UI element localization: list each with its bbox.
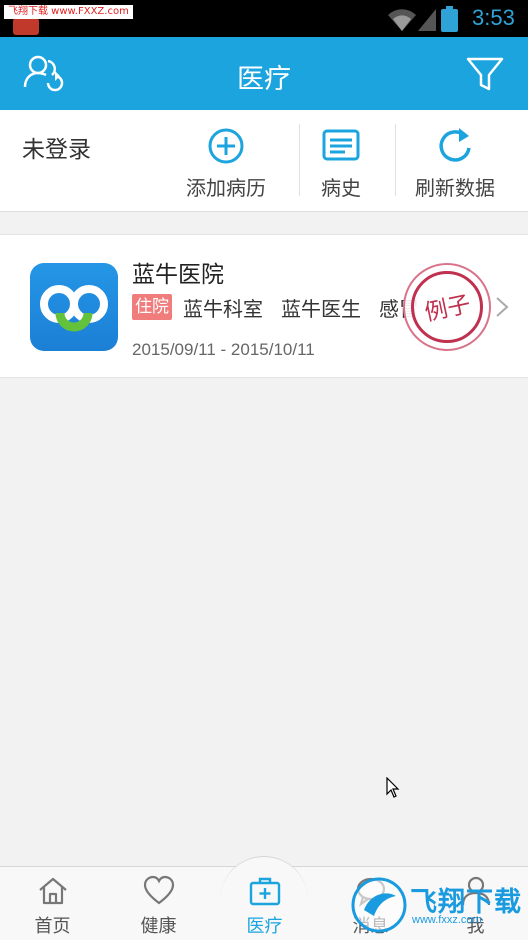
medical-kit-icon bbox=[249, 877, 280, 906]
nav-item-health[interactable]: 健康 bbox=[106, 866, 211, 940]
filter-icon[interactable] bbox=[462, 51, 508, 97]
site-watermark: 飞翔下载 www.fxxz.com bbox=[350, 876, 522, 936]
nav-item-home[interactable]: 首页 bbox=[0, 866, 105, 940]
watermark-badge: 飞翔下载 www.FXXZ.com bbox=[4, 5, 133, 19]
login-status[interactable]: 未登录 bbox=[22, 130, 91, 164]
mouse-cursor-icon bbox=[386, 777, 400, 798]
plus-circle-icon bbox=[208, 128, 244, 164]
refresh-icon bbox=[439, 128, 471, 162]
nav-label: 健康 bbox=[140, 916, 177, 937]
nav-label: 医疗 bbox=[246, 916, 283, 937]
add-record-button[interactable]: 添加病历 bbox=[170, 110, 282, 212]
nav-label: 首页 bbox=[34, 916, 71, 937]
medical-record-card[interactable]: 蓝牛医院 住院 蓝牛科室 蓝牛医生 感冒 2015/09/11 - 2015/1… bbox=[0, 234, 528, 378]
refresh-label: 刷新数据 bbox=[415, 176, 495, 200]
battery-icon bbox=[441, 6, 458, 32]
date-range: 2015/09/11 - 2015/10/11 bbox=[132, 340, 315, 359]
document-list-icon bbox=[322, 129, 360, 161]
refresh-button[interactable]: 刷新数据 bbox=[396, 110, 514, 212]
add-record-label: 添加病历 bbox=[186, 176, 266, 200]
hospital-logo-icon bbox=[40, 285, 108, 332]
heart-icon bbox=[143, 875, 174, 905]
app-header: 医疗 bbox=[0, 37, 528, 110]
doctor: 蓝牛医生 bbox=[281, 297, 361, 321]
page-title: 医疗 bbox=[237, 64, 291, 95]
hospital-logo bbox=[30, 263, 118, 351]
app-notification-icon bbox=[13, 18, 39, 35]
status-time: 3:53 bbox=[472, 5, 515, 30]
toolbar: 未登录 添加病历 病史 刷新数据 bbox=[0, 110, 528, 212]
history-button[interactable]: 病史 bbox=[300, 110, 382, 212]
status-bar: 飞翔下载 www.FXXZ.com 3:53 bbox=[0, 0, 528, 37]
hospital-name: 蓝牛医院 bbox=[132, 262, 224, 288]
watermark-url: www.fxxz.com bbox=[412, 914, 482, 926]
record-type-badge: 住院 bbox=[132, 294, 172, 320]
chevron-right-icon bbox=[496, 297, 509, 317]
sample-stamp: 例子 bbox=[403, 263, 491, 351]
department: 蓝牛科室 bbox=[183, 297, 263, 321]
history-label: 病史 bbox=[321, 176, 361, 200]
nav-item-medical[interactable]: 医疗 bbox=[212, 866, 317, 940]
home-icon bbox=[38, 877, 67, 905]
watermark-logo-icon bbox=[351, 877, 407, 933]
signal-icon bbox=[388, 9, 436, 31]
